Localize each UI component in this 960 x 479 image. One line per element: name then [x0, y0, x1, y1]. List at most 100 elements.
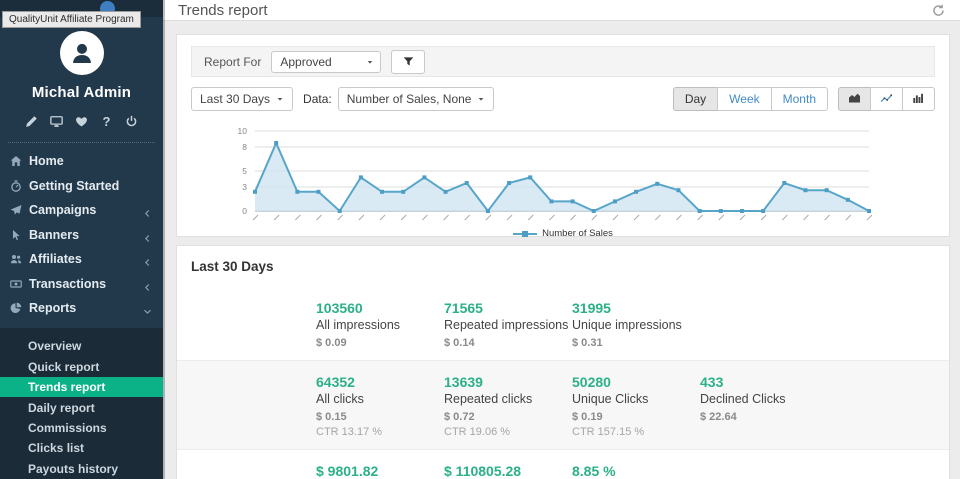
refresh-icon[interactable] — [928, 0, 948, 20]
stat-money: $ 0.09 — [316, 337, 444, 349]
period-button-month[interactable]: Month — [771, 87, 828, 111]
chevron-left-icon — [143, 279, 153, 289]
filter-button[interactable] — [391, 50, 425, 74]
stat-label: Unique impressions — [572, 318, 700, 332]
chart-type-button-bar-chart[interactable] — [902, 87, 935, 111]
topbar: Trends report — [163, 0, 960, 21]
caret-down-icon — [477, 95, 485, 103]
sidebar-item-reports[interactable]: Reports — [0, 296, 163, 321]
data-select[interactable]: Number of Sales, None — [338, 87, 495, 111]
user-name: Michal Admin — [0, 84, 163, 101]
sidebar-item-banners[interactable]: Banners — [0, 222, 163, 247]
sidebar-item-label: Campaigns — [29, 203, 143, 217]
data-select-value: Number of Sales, None — [347, 92, 472, 106]
area-chart-icon — [848, 92, 861, 107]
sidebar-item-label: Banners — [29, 228, 143, 242]
stat-money: $ 0.31 — [572, 337, 700, 349]
stat-value: 433 — [700, 374, 828, 390]
sidebar-item-label: Getting Started — [29, 179, 153, 193]
date-range-select[interactable]: Last 30 Days — [191, 87, 293, 111]
stat-unique-clicks: 50280Unique Clicks$ 0.19CTR 157.15 % — [572, 374, 700, 438]
monitor-icon[interactable] — [49, 115, 64, 129]
stat-money: $ 22.64 — [700, 411, 828, 423]
submenu-item-clicks-list[interactable]: Clicks list — [0, 438, 163, 458]
paper-plane-icon — [10, 204, 23, 217]
profile: Michal Admin — [0, 17, 163, 101]
chart-type-button-line-chart[interactable] — [870, 87, 903, 111]
svg-text:0: 0 — [242, 206, 247, 216]
money-icon — [10, 277, 23, 290]
stat-label: Repeated impressions — [444, 318, 572, 332]
sidebar-header: QualityUnit Affiliate Program — [0, 0, 163, 17]
report-for-label: Report For — [204, 55, 261, 69]
stat-all-impressions: 103560All impressions$ 0.09 — [316, 300, 444, 349]
stat-value: $ 9801.82 — [316, 463, 444, 479]
submenu-item-payouts-history[interactable]: Payouts history — [0, 459, 163, 479]
stat-money: $ 0.14 — [444, 337, 572, 349]
svg-text:5: 5 — [242, 166, 247, 176]
chevron-left-icon — [143, 230, 153, 240]
period-button-week[interactable]: Week — [717, 87, 771, 111]
stat-value: 8.85 % — [572, 463, 700, 479]
svg-text:10: 10 — [238, 126, 248, 136]
person-icon — [69, 40, 95, 66]
svg-text:3: 3 — [242, 182, 247, 192]
stat-label: All clicks — [316, 392, 444, 406]
stat-declined-clicks: 433 Declined Clicks $ 22.64 — [700, 374, 828, 438]
stat-label: All impressions — [316, 318, 444, 332]
caret-down-icon — [366, 58, 374, 66]
sidebar-item-getting-started[interactable]: Getting Started — [0, 173, 163, 198]
funnel-icon — [403, 56, 414, 67]
sidebar-item-label: Reports — [29, 301, 143, 315]
sidebar: QualityUnit Affiliate Program Michal Adm… — [0, 0, 163, 479]
power-icon[interactable] — [124, 115, 139, 129]
sidebar-item-home[interactable]: Home — [0, 149, 163, 174]
stat-value: 31995 — [572, 300, 700, 316]
report-for-value: Approved — [280, 55, 366, 69]
stats-row-2: 64352All clicks$ 0.15CTR 13.17 %13639Rep… — [177, 360, 949, 450]
submenu-item-trends-report[interactable]: Trends report — [0, 377, 163, 397]
stat-avg-commission: 8.85 %Avg Commission — [572, 463, 700, 479]
heart-icon[interactable] — [74, 115, 89, 129]
chevron-down-icon — [143, 303, 153, 313]
page-title: Trends report — [178, 2, 267, 19]
avatar[interactable] — [60, 31, 104, 75]
sidebar-item-transactions[interactable]: Transactions — [0, 271, 163, 296]
stat-ctr: CTR 13.17 % — [316, 426, 444, 438]
stats-title: Last 30 Days — [177, 246, 949, 287]
quick-icons-row: ? — [0, 101, 163, 129]
stat-commissions: $ 9801.82Commissions — [316, 463, 444, 479]
stat-all-clicks: 64352All clicks$ 0.15CTR 13.17 % — [316, 374, 444, 438]
main: Trends report Report For Approved — [163, 0, 960, 479]
stat-ctr: CTR 157.15 % — [572, 426, 700, 438]
stat-label: Repeated clicks — [444, 392, 572, 406]
chart-type-button-group — [838, 87, 935, 111]
sidebar-item-campaigns[interactable]: Campaigns — [0, 198, 163, 223]
help-icon[interactable]: ? — [99, 115, 114, 129]
sidebar-item-affiliates[interactable]: Affiliates — [0, 247, 163, 272]
svg-text:8: 8 — [242, 142, 247, 152]
stats-card: Last 30 Days 103560All impressions$ 0.09… — [176, 245, 950, 479]
stat-revenue: $ 110805.28Revenue — [444, 463, 572, 479]
submenu-item-daily-report[interactable]: Daily report — [0, 397, 163, 417]
chart-type-button-area-chart[interactable] — [838, 87, 871, 111]
stat-repeated-clicks: 13639Repeated clicks$ 0.72CTR 19.06 % — [444, 374, 572, 438]
pencil-icon[interactable] — [24, 115, 39, 129]
stat-money: $ 0.15 — [316, 411, 444, 423]
sidebar-item-label: Transactions — [29, 277, 143, 291]
legend-marker-icon — [513, 230, 537, 238]
area-chart[interactable]: 0 3 5 8 10 — [191, 125, 891, 227]
report-for-select[interactable]: Approved — [271, 51, 381, 73]
caret-down-icon — [276, 95, 284, 103]
period-button-day[interactable]: Day — [673, 87, 718, 111]
submenu-item-quick-report[interactable]: Quick report — [0, 357, 163, 377]
users-icon — [10, 253, 23, 266]
content: Report For Approved Last 30 Days Data: — [163, 21, 960, 479]
stat-label: Declined Clicks — [700, 392, 828, 406]
submenu-item-commissions[interactable]: Commissions — [0, 418, 163, 438]
stopwatch-icon — [10, 179, 23, 192]
submenu-item-overview[interactable]: Overview — [0, 336, 163, 356]
filter-bar: Report For Approved — [191, 46, 935, 77]
stat-unique-impressions: 31995 Unique impressions $ 0.31 — [572, 300, 700, 349]
stats-row-3: $ 9801.82Commissions$ 110805.28Revenue8.… — [177, 450, 949, 479]
